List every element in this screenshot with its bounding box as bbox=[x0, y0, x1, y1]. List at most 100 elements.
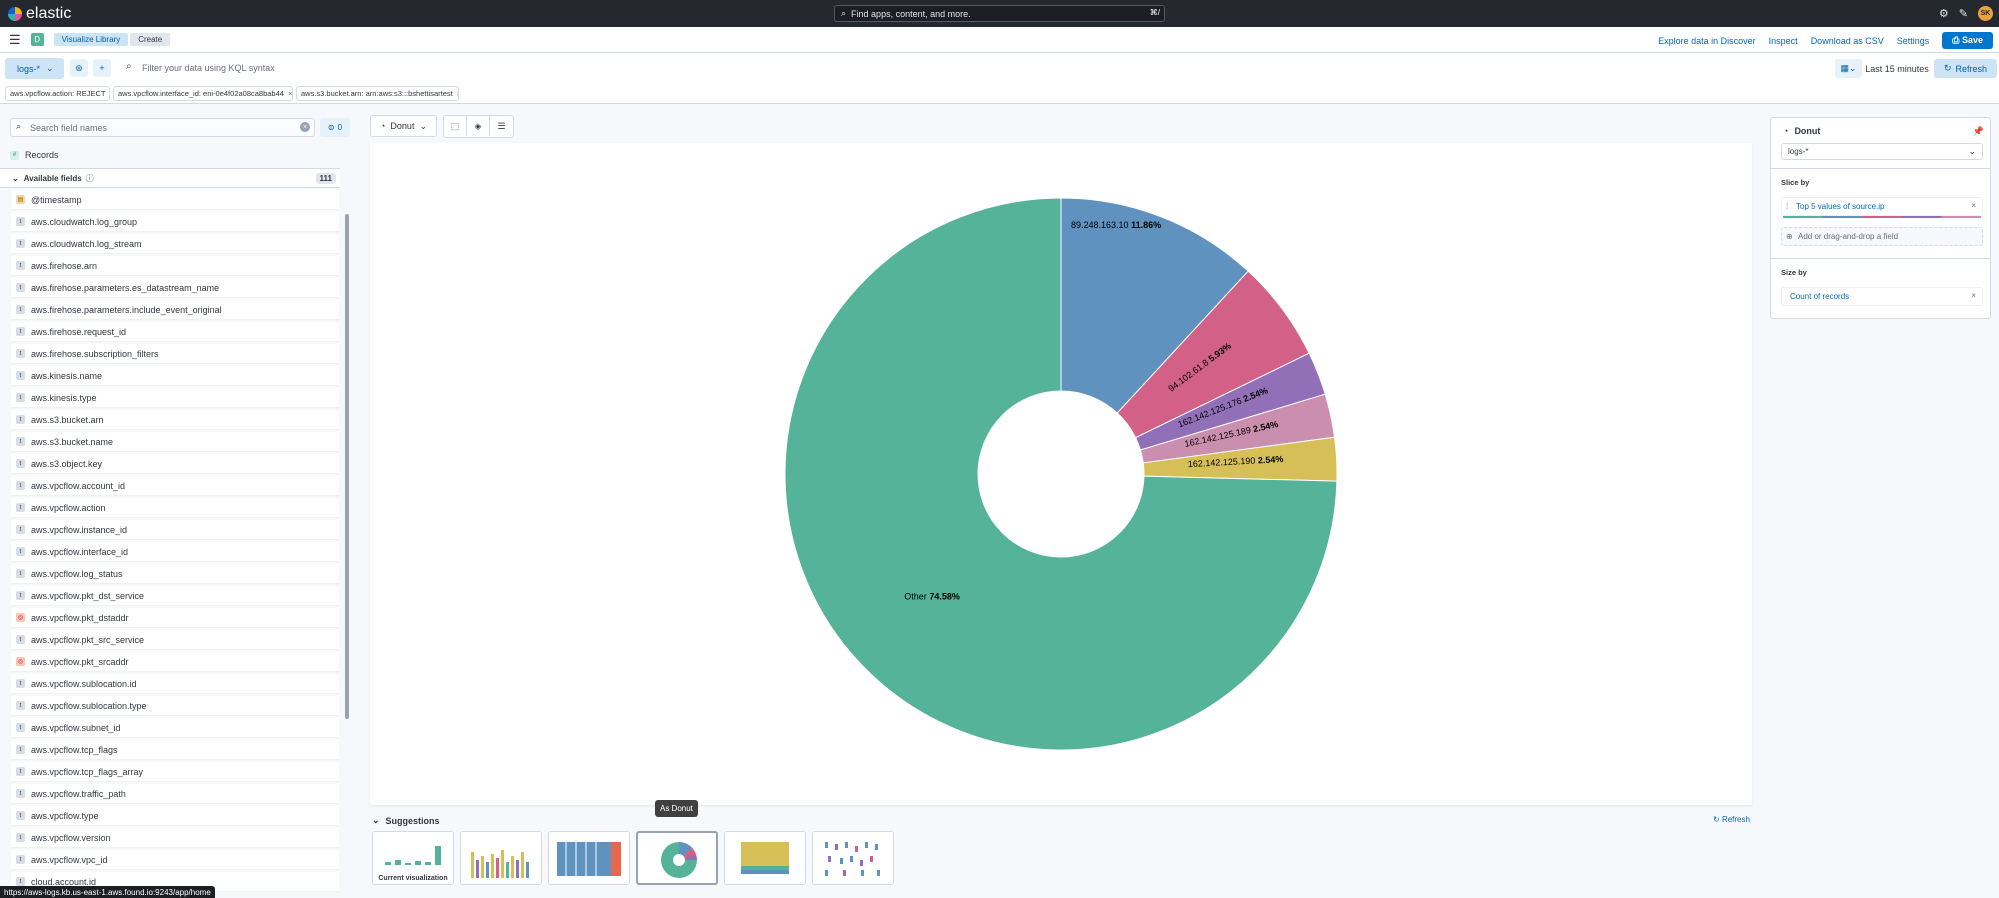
available-fields-header[interactable]: ⌄ Available fields ⓘ 111 bbox=[0, 168, 340, 188]
field-filter-button[interactable]: ⊜ 0 bbox=[320, 118, 350, 137]
string-type-icon: t bbox=[16, 283, 25, 292]
field-list-item[interactable]: t aws.firehose.arn bbox=[11, 256, 339, 276]
field-list-item[interactable]: t aws.vpcflow.action bbox=[11, 498, 339, 518]
field-list-item[interactable]: t aws.s3.bucket.name bbox=[11, 432, 339, 452]
global-search-input[interactable]: ⌕ Find apps, content, and more. ⌘/ bbox=[834, 5, 1165, 22]
download-csv-link[interactable]: Download as CSV bbox=[1811, 36, 1884, 46]
available-fields-count: 111 bbox=[315, 173, 336, 184]
space-avatar[interactable]: D bbox=[30, 33, 44, 46]
field-list-item[interactable]: t aws.kinesis.type bbox=[11, 388, 339, 408]
number-type-icon: # bbox=[10, 150, 19, 160]
list-icon[interactable]: ☰ bbox=[490, 116, 513, 136]
data-view-picker[interactable]: logs-* ⌄ bbox=[5, 58, 64, 79]
string-type-icon: t bbox=[16, 591, 25, 600]
filter-pills-row: aws.vpcflow.action: REJECT× aws.vpcflow.… bbox=[0, 84, 1999, 104]
field-list-item[interactable]: t aws.vpcflow.vpc_id bbox=[11, 850, 339, 870]
field-list-scrollbar[interactable] bbox=[345, 214, 349, 719]
field-list-item[interactable]: t aws.firehose.subscription_filters bbox=[11, 344, 339, 364]
field-name: aws.vpcflow.tcp_flags bbox=[31, 744, 118, 755]
filter-pill[interactable]: aws.vpcflow.interface_id: eni-0e4f02a08c… bbox=[113, 86, 293, 101]
field-list-item[interactable]: t aws.vpcflow.type bbox=[11, 806, 339, 826]
donut-chart[interactable]: 89.248.163.10 11.86%94.102.61.8 5.93%162… bbox=[370, 143, 1752, 805]
avatar[interactable]: SK bbox=[1978, 6, 1993, 21]
add-field-button[interactable]: ⊕ Add or drag-and-drop a field bbox=[1781, 227, 1983, 246]
close-icon[interactable]: × bbox=[1971, 291, 1976, 300]
field-list-item[interactable]: t aws.vpcflow.traffic_path bbox=[11, 784, 339, 804]
suggestion-percentage-bar[interactable] bbox=[548, 831, 630, 885]
field-list-item[interactable]: t aws.vpcflow.version bbox=[11, 828, 339, 848]
suggestion-stacked-bar[interactable] bbox=[460, 831, 542, 885]
field-list-item[interactable]: t aws.firehose.parameters.include_event_o… bbox=[11, 300, 339, 320]
chart-type-switcher[interactable]: ◔ Donut ⌄ bbox=[370, 115, 437, 137]
close-icon[interactable]: × bbox=[457, 89, 458, 98]
breadcrumb-visualize-library[interactable]: Visualize Library bbox=[53, 33, 129, 46]
field-list-item[interactable]: t aws.firehose.parameters.es_datastream_n… bbox=[11, 278, 339, 298]
close-icon[interactable]: × bbox=[109, 89, 110, 98]
add-filter-button[interactable]: + bbox=[93, 59, 111, 77]
field-list-item[interactable]: t aws.cloudwatch.log_stream bbox=[11, 234, 339, 254]
suggestion-current-visualization[interactable]: Current visualization bbox=[372, 831, 454, 885]
field-list-item[interactable]: t aws.vpcflow.tcp_flags_array bbox=[11, 762, 339, 782]
date-quick-menu-button[interactable]: ▦⌄ bbox=[1835, 59, 1862, 78]
field-list-item[interactable]: t aws.vpcflow.sublocation.id bbox=[11, 674, 339, 694]
settings-link[interactable]: Settings bbox=[1897, 36, 1930, 46]
field-list-item[interactable]: t aws.vpcflow.interface_id bbox=[11, 542, 339, 562]
field-list-item[interactable]: t aws.vpcflow.tcp_flags bbox=[11, 740, 339, 760]
chart-type-label: Donut bbox=[390, 121, 415, 131]
field-list-item[interactable]: t aws.firehose.request_id bbox=[11, 322, 339, 342]
menu-icon[interactable]: ☰ bbox=[9, 32, 21, 48]
layer-data-view-select[interactable]: logs-* ⌄ bbox=[1781, 143, 1983, 160]
field-list-item[interactable]: t aws.cloudwatch.log_group bbox=[11, 212, 339, 232]
inspect-link[interactable]: Inspect bbox=[1769, 36, 1798, 46]
field-list-item[interactable]: ◎ aws.vpcflow.pkt_srcaddr bbox=[11, 652, 339, 672]
field-list-item[interactable]: t aws.vpcflow.pkt_dst_service bbox=[11, 586, 339, 606]
pin-icon[interactable]: 📌 bbox=[1973, 126, 1984, 137]
field-list-item[interactable]: t aws.s3.object.key bbox=[11, 454, 339, 474]
suggestions-refresh-link[interactable]: ↻ Refresh bbox=[1713, 815, 1750, 824]
field-list-item[interactable]: t aws.vpcflow.instance_id bbox=[11, 520, 339, 540]
field-name: aws.vpcflow.vpc_id bbox=[31, 854, 108, 865]
saved-query-button[interactable]: ⊛ bbox=[70, 59, 88, 77]
filter-pill[interactable]: aws.s3.bucket.arn: arn:aws:s3:::bshettis… bbox=[296, 86, 459, 101]
suggestion-donut[interactable] bbox=[636, 831, 718, 885]
field-list-item[interactable]: t aws.vpcflow.log_status bbox=[11, 564, 339, 584]
kql-placeholder: Filter your data using KQL syntax bbox=[142, 63, 275, 73]
global-header: elastic ⌕ Find apps, content, and more. … bbox=[0, 0, 1999, 27]
field-list-item[interactable]: t aws.vpcflow.subnet_id bbox=[11, 718, 339, 738]
time-range-picker[interactable]: Last 15 minutes bbox=[1862, 59, 1932, 78]
field-list-item[interactable]: t aws.vpcflow.pkt_src_service bbox=[11, 630, 339, 650]
search-shortcut: ⌘/ bbox=[1149, 8, 1160, 17]
field-list-item[interactable]: t aws.vpcflow.account_id bbox=[11, 476, 339, 496]
breadcrumb-bar: ☰ D Visualize Library Create Explore dat… bbox=[0, 27, 1999, 53]
clear-icon[interactable]: × bbox=[300, 122, 310, 132]
elastic-logo[interactable]: elastic bbox=[8, 5, 71, 23]
suggestion-stacked-area[interactable] bbox=[724, 831, 806, 885]
close-icon[interactable]: × bbox=[288, 89, 292, 98]
refresh-button[interactable]: ↻ Refresh bbox=[1934, 59, 1997, 78]
filter-pill[interactable]: aws.vpcflow.action: REJECT× bbox=[5, 86, 110, 101]
layer-data-view-label: logs-* bbox=[1788, 147, 1809, 156]
suggestion-heatmap[interactable] bbox=[812, 831, 894, 885]
field-list-item[interactable]: t aws.s3.bucket.arn bbox=[11, 410, 339, 430]
close-icon[interactable]: × bbox=[1971, 201, 1976, 210]
divider bbox=[1771, 168, 1990, 169]
field-list-item[interactable]: t aws.vpcflow.sublocation.type bbox=[11, 696, 339, 716]
size-by-metric[interactable]: Count of records × bbox=[1781, 287, 1983, 306]
field-search-input[interactable]: ⌕ Search field names × bbox=[10, 118, 315, 137]
string-type-icon: t bbox=[16, 261, 25, 270]
field-list-item[interactable]: ▤ @timestamp bbox=[11, 190, 339, 210]
suggestions-header[interactable]: ⌄ Suggestions bbox=[372, 815, 440, 826]
legend-icon[interactable]: ◈ bbox=[467, 116, 490, 136]
kql-search-input[interactable]: ⌕ Filter your data using KQL syntax bbox=[122, 59, 1827, 77]
explore-discover-link[interactable]: Explore data in Discover bbox=[1658, 36, 1756, 46]
field-list-item[interactable]: ◎ aws.vpcflow.pkt_dstaddr bbox=[11, 608, 339, 628]
help-icon[interactable]: ⚙ bbox=[1939, 7, 1949, 20]
save-button[interactable]: ⎙ Save bbox=[1942, 32, 1993, 49]
field-list-item[interactable]: t aws.kinesis.name bbox=[11, 366, 339, 386]
news-icon[interactable]: ✎ bbox=[1959, 7, 1968, 20]
records-field[interactable]: # Records bbox=[10, 146, 340, 164]
breadcrumb-create: Create bbox=[130, 33, 171, 46]
layer-title[interactable]: ◔ Donut bbox=[1783, 126, 1820, 136]
slice-by-dimension[interactable]: ⁞ Top 5 values of source.ip × bbox=[1781, 197, 1983, 216]
labels-icon[interactable]: ⬚ bbox=[444, 116, 467, 136]
